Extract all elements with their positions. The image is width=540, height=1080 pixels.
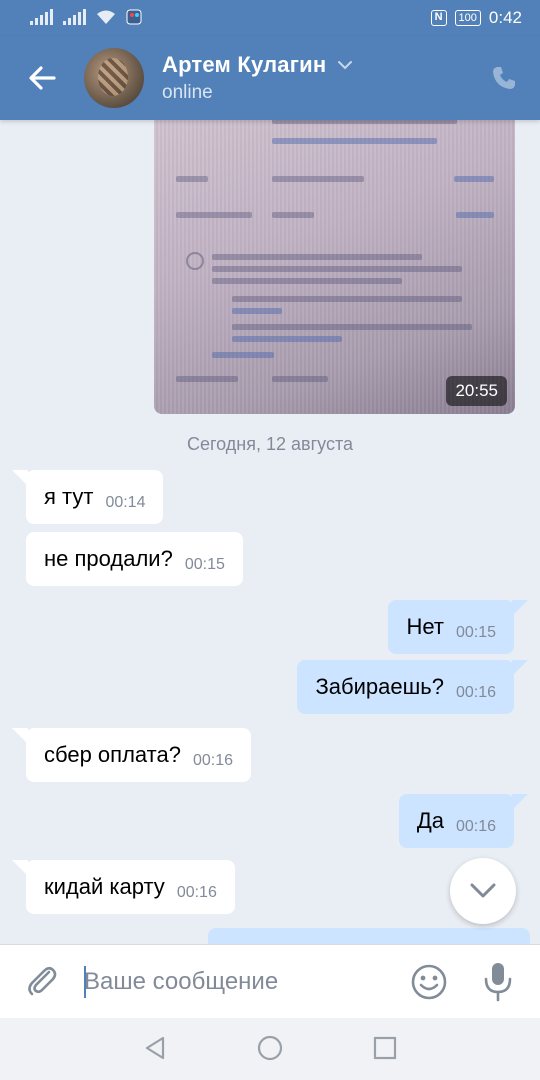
outgoing-message[interactable]: Забираешь? 00:16 — [297, 660, 528, 714]
photo-text-line — [176, 176, 208, 182]
cell-signal-icon — [30, 9, 53, 25]
photo-text-line — [456, 212, 494, 218]
avatar[interactable] — [84, 48, 144, 108]
message-time: 00:15 — [184, 556, 225, 573]
photo-text-line — [212, 278, 402, 284]
paperclip-icon[interactable] — [24, 963, 60, 999]
photo-text-line — [272, 212, 314, 218]
date-separator: Сегодня, 12 августа — [187, 434, 353, 454]
outgoing-message[interactable]: Да 00:16 — [398, 794, 529, 848]
incoming-message[interactable]: кидай карту 00:16 — [12, 860, 235, 914]
photo-text-line — [272, 176, 364, 182]
photo-text-line — [176, 376, 238, 382]
photo-text-line — [212, 352, 274, 358]
notification-app-icon — [126, 9, 142, 25]
photo-text-line — [212, 266, 462, 272]
message-text: кидай карту — [44, 874, 165, 899]
cell-signal-2-icon — [63, 9, 86, 25]
nav-home-icon[interactable] — [257, 1035, 283, 1061]
photo-timestamp: 20:55 — [446, 376, 507, 406]
scroll-down-icon — [470, 883, 496, 898]
incoming-message[interactable]: я тут 00:14 — [11, 470, 164, 524]
chat-header: Артем Кулагин online — [0, 36, 540, 120]
microphone-icon[interactable] — [482, 961, 514, 1003]
photo-text-line — [232, 336, 342, 342]
photo-text-line — [232, 324, 472, 330]
scroll-to-bottom-button[interactable] — [450, 858, 516, 924]
nav-back-icon[interactable] — [142, 1035, 168, 1061]
incoming-message[interactable]: не продали? 00:15 — [26, 532, 243, 586]
photo-text-line — [272, 120, 457, 124]
photo-text-line — [176, 212, 252, 218]
photo-text-line — [232, 296, 462, 302]
system-navigation-bar — [0, 1018, 540, 1080]
outgoing-message-partial[interactable] — [208, 928, 530, 944]
chevron-down-icon[interactable] — [337, 60, 353, 70]
outgoing-message[interactable]: Нет 00:15 — [388, 600, 528, 654]
photo-text-line — [272, 376, 328, 382]
back-arrow-icon[interactable] — [22, 58, 62, 98]
photo-attachment[interactable]: 20:55 — [154, 120, 515, 414]
message-text: сбер оплата? — [44, 742, 181, 767]
contact-name[interactable]: Артем Кулагин — [162, 52, 326, 78]
photo-info-circle — [186, 252, 204, 270]
message-time: 00:16 — [455, 818, 496, 835]
status-bar: N 100 0:42 — [0, 0, 540, 36]
message-time: 00:15 — [455, 624, 496, 641]
message-time: 00:16 — [192, 752, 234, 769]
clock: 0:42 — [488, 8, 522, 27]
message-text: Да — [416, 808, 444, 833]
nfc-icon: N — [430, 10, 447, 26]
contact-status: online — [162, 82, 213, 103]
status-icons-right: N 100 0:42 — [430, 8, 522, 28]
photo-text-line — [454, 176, 494, 182]
message-time: 00:16 — [176, 884, 217, 901]
status-icons-left — [30, 9, 142, 25]
message-text: Забираешь? — [315, 674, 444, 699]
photo-text-line — [272, 138, 437, 144]
nav-recent-apps-icon[interactable] — [373, 1036, 397, 1060]
phone-icon[interactable] — [490, 64, 518, 92]
wifi-icon — [97, 10, 115, 24]
message-composer — [0, 944, 540, 1018]
message-text: я тут — [44, 484, 94, 509]
incoming-message[interactable]: сбер оплата? 00:16 — [11, 728, 252, 782]
message-time: 00:16 — [455, 684, 496, 701]
emoji-icon[interactable] — [410, 963, 448, 1001]
message-time: 00:14 — [105, 494, 146, 511]
text-cursor — [84, 966, 86, 998]
message-input[interactable] — [84, 961, 384, 1003]
message-text: Нет — [406, 614, 444, 639]
photo-text-line — [232, 308, 282, 314]
photo-text-line — [212, 254, 422, 260]
message-text: не продали? — [44, 546, 173, 571]
message-list[interactable]: 20:55 Сегодня, 12 августа я тут 00:14 не… — [0, 120, 540, 944]
battery-icon: 100 — [454, 10, 481, 26]
